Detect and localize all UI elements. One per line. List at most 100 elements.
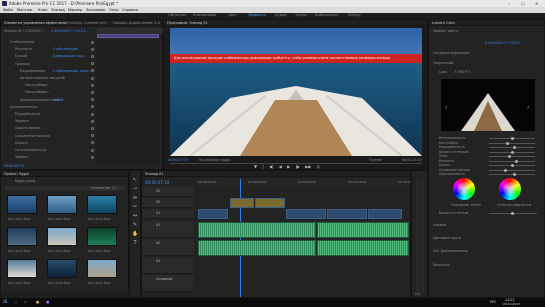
tab-audio-mixer[interactable]: Микшер аудиоклипов: 1-4: [113, 21, 160, 25]
lumetri-section-hsl[interactable]: HSL Дополнительно: [433, 249, 468, 253]
track-select-tool-icon[interactable]: ⇢: [132, 186, 138, 192]
audio-clip[interactable]: [317, 222, 409, 238]
menu-window[interactable]: Окно: [109, 8, 119, 12]
keyframe-toggle-icon[interactable]: [91, 126, 94, 130]
lumetri-slider[interactable]: [489, 150, 535, 154]
premiere-taskbar-icon[interactable]: ■: [46, 300, 49, 304]
lumetri-section-curves[interactable]: Кривые: [433, 223, 446, 227]
keyframe-toggle-icon[interactable]: [91, 141, 94, 145]
keyframe-toggle-icon[interactable]: [91, 155, 94, 159]
explorer-taskbar-icon[interactable]: ■: [36, 300, 39, 304]
master-clip-label[interactable]: Эпизод 01 * 13/2/2017...: [4, 29, 46, 33]
lumetri-slider[interactable]: [489, 168, 535, 172]
mark-in-icon[interactable]: ▼: [254, 164, 257, 169]
keyframe-toggle-icon[interactable]: [91, 40, 94, 44]
keyframe-toggle-icon[interactable]: [91, 76, 94, 80]
tab-effect-controls[interactable]: Элементы управления эффектами: [4, 21, 66, 25]
workspace-tab-active[interactable]: Эффекты: [248, 13, 266, 17]
audio-clip[interactable]: [198, 222, 316, 238]
tint-balance-slider[interactable]: [489, 212, 537, 215]
keyframe-toggle-icon[interactable]: [91, 98, 94, 102]
keyframe-toggle-icon[interactable]: [91, 62, 94, 66]
keyframe-toggle-icon[interactable]: [91, 90, 94, 94]
lumetri-section-vignette[interactable]: Виньетка: [433, 263, 449, 267]
lumetri-slider[interactable]: [489, 146, 535, 149]
track-header[interactable]: A2: [142, 239, 194, 256]
keyframe-toggle-icon[interactable]: [91, 83, 94, 87]
workspace-tab[interactable]: Библиотеки: [315, 13, 338, 17]
track-header[interactable]: A1: [142, 221, 194, 238]
workspace-tab[interactable]: Цвет: [228, 13, 237, 17]
language-indicator[interactable]: РУС: [490, 300, 496, 304]
active-clip-label[interactable]: 2-30/9/2017 * 13/1/1...: [51, 29, 89, 33]
workspace-tab[interactable]: Аудио: [275, 13, 287, 17]
highlight-tint-wheel[interactable]: [499, 178, 521, 200]
lumetri-section-creative[interactable]: Творческий: [433, 61, 453, 65]
menu-help[interactable]: Справка: [122, 8, 138, 12]
play-icon[interactable]: ▶: [287, 164, 290, 169]
effect-param-value[interactable]: Деформация под...: [53, 54, 86, 58]
keyframe-toggle-icon[interactable]: [91, 119, 94, 123]
keyframe-toggle-icon[interactable]: [91, 134, 94, 138]
track-header[interactable]: V2: [142, 198, 194, 208]
tab-source[interactable]: Источник: (клипов нет): [65, 21, 107, 25]
track-header[interactable]: V1: [142, 209, 194, 219]
windows-start-icon[interactable]: ⊞: [3, 299, 7, 305]
project-item-thumbnail[interactable]: IMG_0001.MP4: [7, 195, 37, 221]
ripple-edit-tool-icon[interactable]: ⇹: [132, 195, 138, 201]
lumetri-slider[interactable]: [489, 141, 535, 145]
keyframe-toggle-icon[interactable]: [91, 105, 94, 109]
lumetri-slider[interactable]: [489, 173, 535, 176]
search-icon[interactable]: ○: [14, 300, 17, 304]
effect-param-value[interactable]: 100 %: [53, 98, 63, 102]
selection-tool-icon[interactable]: ↖: [132, 177, 138, 183]
look-preview-thumbnail[interactable]: ‹ ›: [441, 79, 535, 131]
maximize-button[interactable]: ☐: [521, 1, 525, 6]
workspace-tab[interactable]: Обучение: [168, 13, 186, 17]
type-tool-icon[interactable]: T: [132, 240, 138, 246]
task-view-icon[interactable]: ▭: [24, 300, 27, 304]
keyframe-toggle-icon[interactable]: [91, 148, 94, 152]
lumetri-slider[interactable]: [489, 159, 535, 163]
timeline-ruler[interactable]: 00:00:00:00 00:00:05:00 00:00:10:00 00:00:1…: [198, 179, 416, 186]
export-frame-icon[interactable]: ◎: [317, 164, 321, 169]
video-clip[interactable]: [368, 209, 402, 219]
project-item-thumbnail[interactable]: IMG_0009.MP4: [47, 195, 77, 221]
menu-marker[interactable]: Маркер: [68, 8, 82, 12]
effect-param-value[interactable]: Стабилизация, кадр...: [53, 69, 91, 73]
menu-file[interactable]: Файл: [3, 8, 13, 12]
effect-controls-timecode[interactable]: 00:00:07:19: [4, 164, 24, 168]
keyframe-toggle-icon[interactable]: [91, 54, 94, 58]
pen-tool-icon[interactable]: ✎: [132, 222, 138, 228]
effect-param-value[interactable]: Стабилизация: [53, 47, 78, 51]
slip-tool-icon[interactable]: ↔: [132, 213, 138, 219]
workspace-tab[interactable]: Титры: [295, 13, 307, 17]
look-dropdown[interactable]: F-FIN-P-5: [455, 70, 470, 74]
track-header[interactable]: Основной: [142, 275, 194, 292]
project-item-thumbnail[interactable]: IMG_0010.MP4: [87, 195, 117, 221]
video-clip[interactable]: [230, 198, 254, 208]
video-clip[interactable]: [327, 209, 367, 219]
hand-tool-icon[interactable]: ✋: [132, 231, 138, 237]
video-clip[interactable]: [255, 198, 285, 208]
lumetri-section-basic[interactable]: Основная коррекция: [433, 51, 469, 55]
timeline-timecode[interactable]: 00:00:07:19: [145, 180, 169, 185]
close-button[interactable]: ✕: [535, 1, 538, 6]
lumetri-slider[interactable]: [489, 164, 535, 167]
razor-tool-icon[interactable]: ✂: [132, 204, 138, 210]
menu-edit[interactable]: Монтаж: [17, 8, 32, 12]
quality-dropdown[interactable]: Полное: [369, 158, 382, 162]
rewind-icon[interactable]: ◀: [279, 164, 282, 169]
menu-clip[interactable]: Клип: [38, 8, 48, 12]
sequence-tab[interactable]: Эпизод 01: [145, 172, 163, 176]
project-item-thumbnail[interactable]: IMG_0031.MP4: [87, 259, 117, 285]
forward-icon[interactable]: ▶▶: [305, 164, 311, 169]
lumetri-section-wheels[interactable]: Цветовые круги: [433, 236, 461, 240]
video-clip[interactable]: [286, 209, 326, 219]
lumetri-slider[interactable]: [489, 137, 535, 140]
project-item-thumbnail[interactable]: IMG_0021.MP4: [87, 227, 117, 253]
project-item-thumbnail[interactable]: IMG_0012.MP4: [7, 227, 37, 253]
keyframe-area[interactable]: [97, 40, 159, 166]
track-header[interactable]: V3: [142, 187, 194, 197]
shadow-tint-wheel[interactable]: [453, 178, 475, 200]
